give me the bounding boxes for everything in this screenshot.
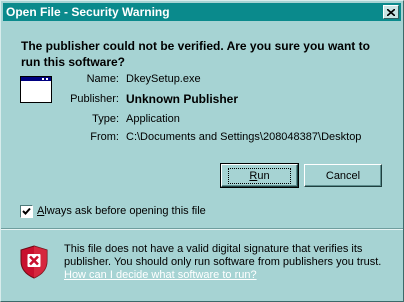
run-button-label: Run <box>228 167 291 184</box>
type-label: Type: <box>92 113 119 125</box>
run-button[interactable]: Run <box>220 163 299 188</box>
help-link[interactable]: How can I decide what software to run? <box>64 269 257 281</box>
cancel-button[interactable]: Cancel <box>304 164 382 187</box>
always-ask-label[interactable]: Always ask before opening this file <box>37 205 206 217</box>
security-warning-dialog: Open File - Security Warning The publish… <box>0 0 404 302</box>
always-ask-checkbox[interactable] <box>20 205 33 218</box>
close-button[interactable] <box>383 5 399 19</box>
checkmark-icon <box>22 207 31 215</box>
publisher-label: Publisher: <box>70 93 119 105</box>
title-bar[interactable]: Open File - Security Warning <box>3 3 401 21</box>
shield-error-icon <box>20 245 48 279</box>
type-value: Application <box>126 113 180 125</box>
name-value: DkeySetup.exe <box>126 73 201 85</box>
window-title: Open File - Security Warning <box>6 5 170 19</box>
name-label: Name: <box>86 73 119 85</box>
close-icon <box>387 8 395 16</box>
from-label: From: <box>90 131 119 143</box>
publisher-value: Unknown Publisher <box>126 92 239 106</box>
warning-headline: The publisher could not be verified. Are… <box>21 39 370 69</box>
from-value: C:\Documents and Settings\208048387\Desk… <box>126 131 362 143</box>
separator-highlight <box>1 229 403 230</box>
warning-text: This file does not have a valid digital … <box>64 243 382 268</box>
